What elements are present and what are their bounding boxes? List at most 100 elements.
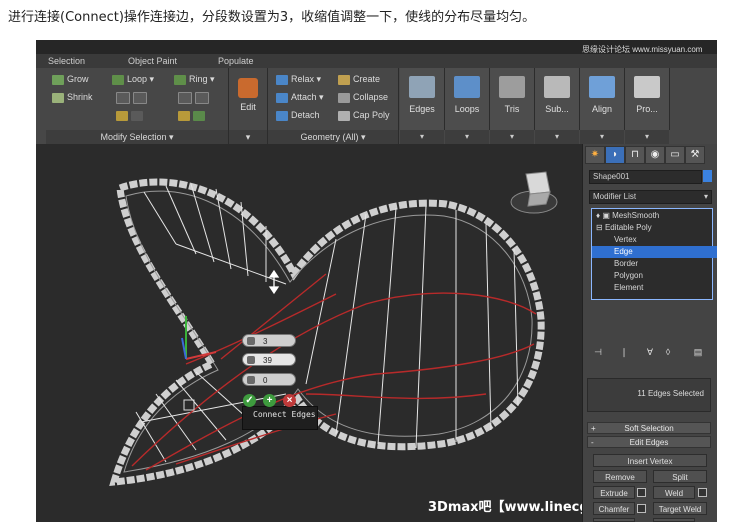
edit-edges-label: Edit Edges [629,438,669,447]
ok-check-icon[interactable]: ✓ [243,394,256,407]
utilities-tab-icon[interactable]: ⚒ [685,146,705,164]
edges-dropdown[interactable]: ▾ [400,130,444,144]
edges-button[interactable]: Edges ▾ [400,68,445,144]
relax-icon [276,74,288,85]
geometry-footer[interactable]: Geometry (All) ▾ [268,130,398,144]
grow-label: Grow [67,74,89,84]
extrude-settings-icon[interactable] [637,488,646,497]
edit-edges-rollout[interactable]: - Edit Edges [587,436,711,448]
minus-icon [133,92,147,104]
viewcube[interactable] [510,171,558,214]
grow-icon [52,74,64,85]
loop-tools[interactable] [116,92,150,104]
detach-button[interactable]: Detach [276,110,320,121]
pinch-field[interactable]: 39 [242,353,296,366]
relax-button[interactable]: Relax ▾ [276,74,321,85]
connect-button[interactable]: Connect [653,518,695,522]
display-tab-icon[interactable]: ▭ [665,146,685,164]
shrink-label: Shrink [67,92,93,102]
modifier-list-dropdown[interactable]: Modifier List ▾ [589,190,712,204]
align-icon [589,76,615,98]
weld-settings-icon[interactable] [698,488,707,497]
ring-dropdown-icon [193,110,205,121]
mesh-grid [135,183,519,463]
segments-field[interactable]: 3 [242,334,296,347]
tutorial-caption: 进行连接(Connect)操作连接边，分段数设置为3，收缩值调整一下，使线的分布… [8,10,536,25]
apply-plus-icon[interactable]: + [263,394,276,407]
subdivision-icon [544,76,570,98]
stack-item-meshsmooth[interactable]: ♦ ▣ MeshSmooth [592,210,714,222]
object-color-swatch[interactable] [703,170,712,182]
loops-dropdown[interactable]: ▾ [445,130,489,144]
configure-sets-icon[interactable]: ▤ [691,346,705,358]
stack-item-edge[interactable]: Edge [592,246,717,258]
loop-dropdown-icon [131,110,143,121]
split-button[interactable]: Split [653,470,707,483]
tris-dropdown[interactable]: ▾ [490,130,534,144]
remove-button[interactable]: Remove [593,470,647,483]
stack-item-vertex[interactable]: Vertex [592,234,717,246]
tab-object-paint[interactable]: Object Paint [128,56,177,66]
loop-label: Loop [127,74,148,84]
ring-label: Ring [189,74,208,84]
soft-selection-rollout[interactable]: + Soft Selection [587,422,711,434]
properties-label: Pro... [636,104,658,114]
create-tab-icon[interactable]: ✷ [585,146,605,164]
stack-item-border[interactable]: Border [592,258,717,270]
edit-footer[interactable]: ▾ [229,130,267,144]
extrude-button[interactable]: Extrude [593,486,635,499]
cancel-x-icon[interactable]: × [283,394,296,407]
loop-mode-tools[interactable] [116,110,146,121]
tab-selection[interactable]: Selection [48,56,85,66]
target-weld-button[interactable]: Target Weld [653,502,707,515]
pin-stack-icon[interactable]: ⊣ [591,346,605,358]
plus-icon [116,92,130,104]
ring-mode-tools[interactable] [178,110,208,121]
chamfer-settings-icon[interactable] [637,504,646,513]
tab-populate[interactable]: Populate [218,56,254,66]
properties-dropdown[interactable]: ▾ [625,130,669,144]
soft-selection-label: Soft Selection [624,424,674,433]
minus-icon [195,92,209,104]
create-button[interactable]: Create [338,74,380,85]
make-unique-icon[interactable]: ∀ [643,346,657,358]
ring-tools[interactable] [178,92,212,104]
show-end-result-icon[interactable]: ❘ [617,346,631,358]
edit-panel[interactable]: Edit ▾ [229,68,268,144]
insert-vertex-button[interactable]: Insert Vertex [593,454,707,467]
align-dropdown[interactable]: ▾ [580,130,624,144]
tris-button[interactable]: Tris ▾ [490,68,535,144]
slide-field[interactable]: 0 [242,373,296,386]
collapse-button[interactable]: Collapse [338,92,388,103]
perspective-viewport[interactable]: Connect Edges 3 39 0 ✓ + × 3Dmax吧【www.li… [36,144,717,522]
object-name-field[interactable]: Shape001 [589,170,702,184]
stack-item-polygon[interactable]: Polygon [592,270,717,282]
properties-button[interactable]: Pro... ▾ [625,68,670,144]
chamfer-button[interactable]: Chamfer [593,502,635,515]
slide-value: 0 [263,376,268,385]
cap-poly-button[interactable]: Cap Poly [338,110,390,121]
collapse-icon [338,92,350,103]
loops-button[interactable]: Loops ▾ [445,68,490,144]
attach-button[interactable]: Attach ▾ [276,92,324,103]
weld-button[interactable]: Weld [653,486,695,499]
align-button[interactable]: Align ▾ [580,68,625,144]
stack-item-editable-poly[interactable]: ⊟ Editable Poly [592,222,714,234]
motion-tab-icon[interactable]: ◉ [645,146,665,164]
modifier-list-label: Modifier List [593,192,637,201]
modify-selection-footer[interactable]: Modify Selection ▾ [46,130,228,144]
subdivision-button[interactable]: Sub... ▾ [535,68,580,144]
cap-poly-label: Cap Poly [353,110,390,120]
bridge-button[interactable]: Bridge [593,518,635,522]
loop-button[interactable]: Loop ▾ [112,74,154,85]
shrink-button[interactable]: Shrink [52,92,93,103]
remove-modifier-icon[interactable]: ◊ [661,346,675,358]
modify-tab-icon[interactable]: ◗ [605,146,625,164]
grow-button[interactable]: Grow [52,74,89,85]
hierarchy-tab-icon[interactable]: ⊓ [625,146,645,164]
subdivision-dropdown[interactable]: ▾ [535,130,579,144]
stack-item-element[interactable]: Element [592,282,717,294]
shrink-icon [52,92,64,103]
max-screenshot: 思缘设计论坛 www.missyuan.com Selection Object… [36,40,717,522]
ring-button[interactable]: Ring ▾ [174,74,215,85]
